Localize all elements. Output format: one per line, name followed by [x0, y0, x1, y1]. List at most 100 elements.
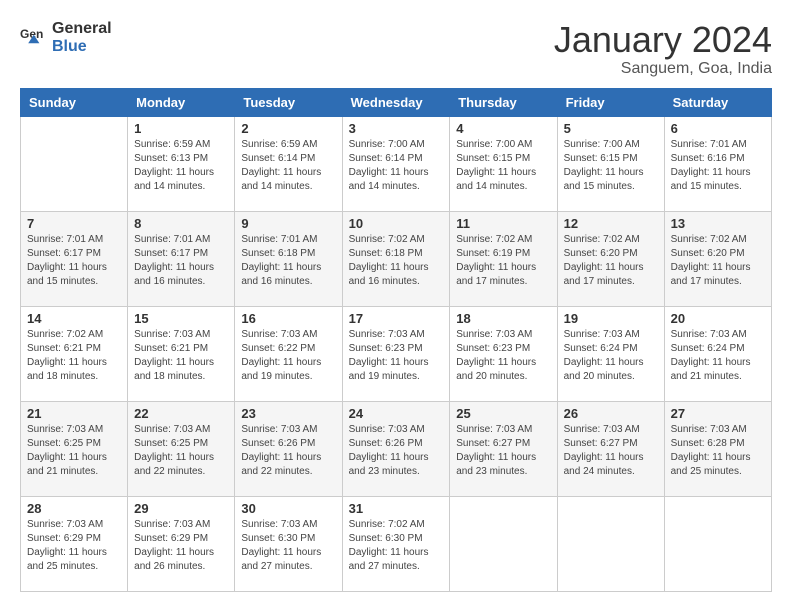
day-number: 24: [349, 406, 444, 421]
calendar-cell: 1 Sunrise: 6:59 AM Sunset: 6:13 PM Daylig…: [128, 116, 235, 211]
calendar-week-2: 7 Sunrise: 7:01 AM Sunset: 6:17 PM Daylig…: [21, 211, 772, 306]
calendar-cell: 10 Sunrise: 7:02 AM Sunset: 6:18 PM Dayli…: [342, 211, 450, 306]
calendar-cell: 24 Sunrise: 7:03 AM Sunset: 6:26 PM Dayli…: [342, 401, 450, 496]
calendar-cell: [664, 496, 771, 591]
calendar-cell: 16 Sunrise: 7:03 AM Sunset: 6:22 PM Dayli…: [235, 306, 342, 401]
calendar-table: Sunday Monday Tuesday Wednesday Thursday…: [20, 88, 772, 592]
day-info: Sunrise: 7:03 AM Sunset: 6:29 PM Dayligh…: [134, 518, 228, 574]
day-info: Sunrise: 7:00 AM Sunset: 6:15 PM Dayligh…: [564, 138, 658, 194]
day-number: 16: [241, 311, 335, 326]
header-monday: Monday: [128, 88, 235, 116]
day-number: 1: [134, 121, 228, 136]
calendar-cell: 17Sunrise: 7:03 AM Sunset: 6:23 PM Dayli…: [342, 306, 450, 401]
day-info: Sunrise: 7:03 AM Sunset: 6:28 PM Dayligh…: [671, 423, 765, 479]
calendar-cell: 6 Sunrise: 7:01 AM Sunset: 6:16 PM Daylig…: [664, 116, 771, 211]
day-info: Sunrise: 7:03 AM Sunset: 6:26 PM Dayligh…: [241, 423, 335, 479]
day-info: Sunrise: 7:03 AM Sunset: 6:27 PM Dayligh…: [456, 423, 550, 479]
day-number: 10: [349, 216, 444, 231]
day-number: 14: [27, 311, 121, 326]
day-number: 9: [241, 216, 335, 231]
day-info: Sunrise: 6:59 AM Sunset: 6:13 PM Dayligh…: [134, 138, 228, 194]
calendar-cell: 31 Sunrise: 7:02 AM Sunset: 6:30 PM Dayli…: [342, 496, 450, 591]
calendar-cell: 21Sunrise: 7:03 AM Sunset: 6:25 PM Dayli…: [21, 401, 128, 496]
calendar-cell: 13 Sunrise: 7:02 AM Sunset: 6:20 PM Dayli…: [664, 211, 771, 306]
day-number: 27: [671, 406, 765, 421]
day-number: 2: [241, 121, 335, 136]
calendar-cell: 19Sunrise: 7:03 AM Sunset: 6:24 PM Dayli…: [557, 306, 664, 401]
calendar-cell: 11Sunrise: 7:02 AM Sunset: 6:19 PM Dayli…: [450, 211, 557, 306]
day-info: Sunrise: 7:02 AM Sunset: 6:21 PM Dayligh…: [27, 328, 121, 384]
logo: Gen General Blue: [20, 20, 112, 56]
calendar-cell: 15Sunrise: 7:03 AM Sunset: 6:21 PM Dayli…: [128, 306, 235, 401]
calendar-cell: 18 Sunrise: 7:03 AM Sunset: 6:23 PM Dayli…: [450, 306, 557, 401]
calendar-cell: 9Sunrise: 7:01 AM Sunset: 6:18 PM Daylig…: [235, 211, 342, 306]
day-number: 4: [456, 121, 550, 136]
calendar-subtitle: Sanguem, Goa, India: [554, 60, 772, 78]
day-number: 19: [564, 311, 658, 326]
day-number: 6: [671, 121, 765, 136]
day-info: Sunrise: 7:00 AM Sunset: 6:15 PM Dayligh…: [456, 138, 550, 194]
calendar-cell: [557, 496, 664, 591]
day-info: Sunrise: 7:02 AM Sunset: 6:20 PM Dayligh…: [671, 233, 765, 289]
calendar-cell: 27 Sunrise: 7:03 AM Sunset: 6:28 PM Dayli…: [664, 401, 771, 496]
title-section: January 2024 Sanguem, Goa, India: [554, 20, 772, 78]
day-info: Sunrise: 7:03 AM Sunset: 6:26 PM Dayligh…: [349, 423, 444, 479]
calendar-cell: 22Sunrise: 7:03 AM Sunset: 6:25 PM Dayli…: [128, 401, 235, 496]
day-number: 23: [241, 406, 335, 421]
calendar-cell: 8Sunrise: 7:01 AM Sunset: 6:17 PM Daylig…: [128, 211, 235, 306]
day-info: Sunrise: 7:00 AM Sunset: 6:14 PM Dayligh…: [349, 138, 444, 194]
day-number: 18: [456, 311, 550, 326]
calendar-cell: 30Sunrise: 7:03 AM Sunset: 6:30 PM Dayli…: [235, 496, 342, 591]
day-number: 8: [134, 216, 228, 231]
day-info: Sunrise: 7:03 AM Sunset: 6:23 PM Dayligh…: [456, 328, 550, 384]
day-number: 12: [564, 216, 658, 231]
calendar-header: Sunday Monday Tuesday Wednesday Thursday…: [21, 88, 772, 116]
day-info: Sunrise: 7:03 AM Sunset: 6:25 PM Dayligh…: [134, 423, 228, 479]
header-saturday: Saturday: [664, 88, 771, 116]
day-number: 5: [564, 121, 658, 136]
calendar-cell: 2 Sunrise: 6:59 AM Sunset: 6:14 PM Daylig…: [235, 116, 342, 211]
day-info: Sunrise: 6:59 AM Sunset: 6:14 PM Dayligh…: [241, 138, 335, 194]
calendar-cell: [450, 496, 557, 591]
calendar-cell: 4 Sunrise: 7:00 AM Sunset: 6:15 PM Daylig…: [450, 116, 557, 211]
calendar-week-4: 21Sunrise: 7:03 AM Sunset: 6:25 PM Dayli…: [21, 401, 772, 496]
day-info: Sunrise: 7:01 AM Sunset: 6:17 PM Dayligh…: [27, 233, 121, 289]
day-info: Sunrise: 7:03 AM Sunset: 6:27 PM Dayligh…: [564, 423, 658, 479]
day-number: 7: [27, 216, 121, 231]
header-tuesday: Tuesday: [235, 88, 342, 116]
day-number: 13: [671, 216, 765, 231]
header-thursday: Thursday: [450, 88, 557, 116]
logo-icon: Gen: [20, 24, 48, 52]
day-number: 26: [564, 406, 658, 421]
page-header: Gen General Blue January 2024 Sanguem, G…: [20, 20, 772, 78]
day-info: Sunrise: 7:01 AM Sunset: 6:16 PM Dayligh…: [671, 138, 765, 194]
day-number: 3: [349, 121, 444, 136]
day-number: 28: [27, 501, 121, 516]
day-info: Sunrise: 7:02 AM Sunset: 6:19 PM Dayligh…: [456, 233, 550, 289]
calendar-cell: 12Sunrise: 7:02 AM Sunset: 6:20 PM Dayli…: [557, 211, 664, 306]
calendar-week-1: 1 Sunrise: 6:59 AM Sunset: 6:13 PM Daylig…: [21, 116, 772, 211]
calendar-cell: 28 Sunrise: 7:03 AM Sunset: 6:29 PM Dayli…: [21, 496, 128, 591]
header-row: Sunday Monday Tuesday Wednesday Thursday…: [21, 88, 772, 116]
day-info: Sunrise: 7:03 AM Sunset: 6:24 PM Dayligh…: [671, 328, 765, 384]
calendar-title: January 2024: [554, 20, 772, 60]
calendar-cell: 7 Sunrise: 7:01 AM Sunset: 6:17 PM Daylig…: [21, 211, 128, 306]
header-friday: Friday: [557, 88, 664, 116]
calendar-cell: [21, 116, 128, 211]
day-info: Sunrise: 7:03 AM Sunset: 6:29 PM Dayligh…: [27, 518, 121, 574]
day-number: 30: [241, 501, 335, 516]
day-number: 20: [671, 311, 765, 326]
calendar-cell: 14 Sunrise: 7:02 AM Sunset: 6:21 PM Dayli…: [21, 306, 128, 401]
header-sunday: Sunday: [21, 88, 128, 116]
day-number: 17: [349, 311, 444, 326]
day-info: Sunrise: 7:02 AM Sunset: 6:30 PM Dayligh…: [349, 518, 444, 574]
calendar-cell: 20 Sunrise: 7:03 AM Sunset: 6:24 PM Dayli…: [664, 306, 771, 401]
day-info: Sunrise: 7:02 AM Sunset: 6:18 PM Dayligh…: [349, 233, 444, 289]
day-info: Sunrise: 7:03 AM Sunset: 6:25 PM Dayligh…: [27, 423, 121, 479]
day-number: 31: [349, 501, 444, 516]
day-number: 25: [456, 406, 550, 421]
day-info: Sunrise: 7:03 AM Sunset: 6:22 PM Dayligh…: [241, 328, 335, 384]
logo-text: General Blue: [52, 20, 112, 56]
calendar-cell: 25 Sunrise: 7:03 AM Sunset: 6:27 PM Dayli…: [450, 401, 557, 496]
calendar-cell: 5 Sunrise: 7:00 AM Sunset: 6:15 PM Daylig…: [557, 116, 664, 211]
